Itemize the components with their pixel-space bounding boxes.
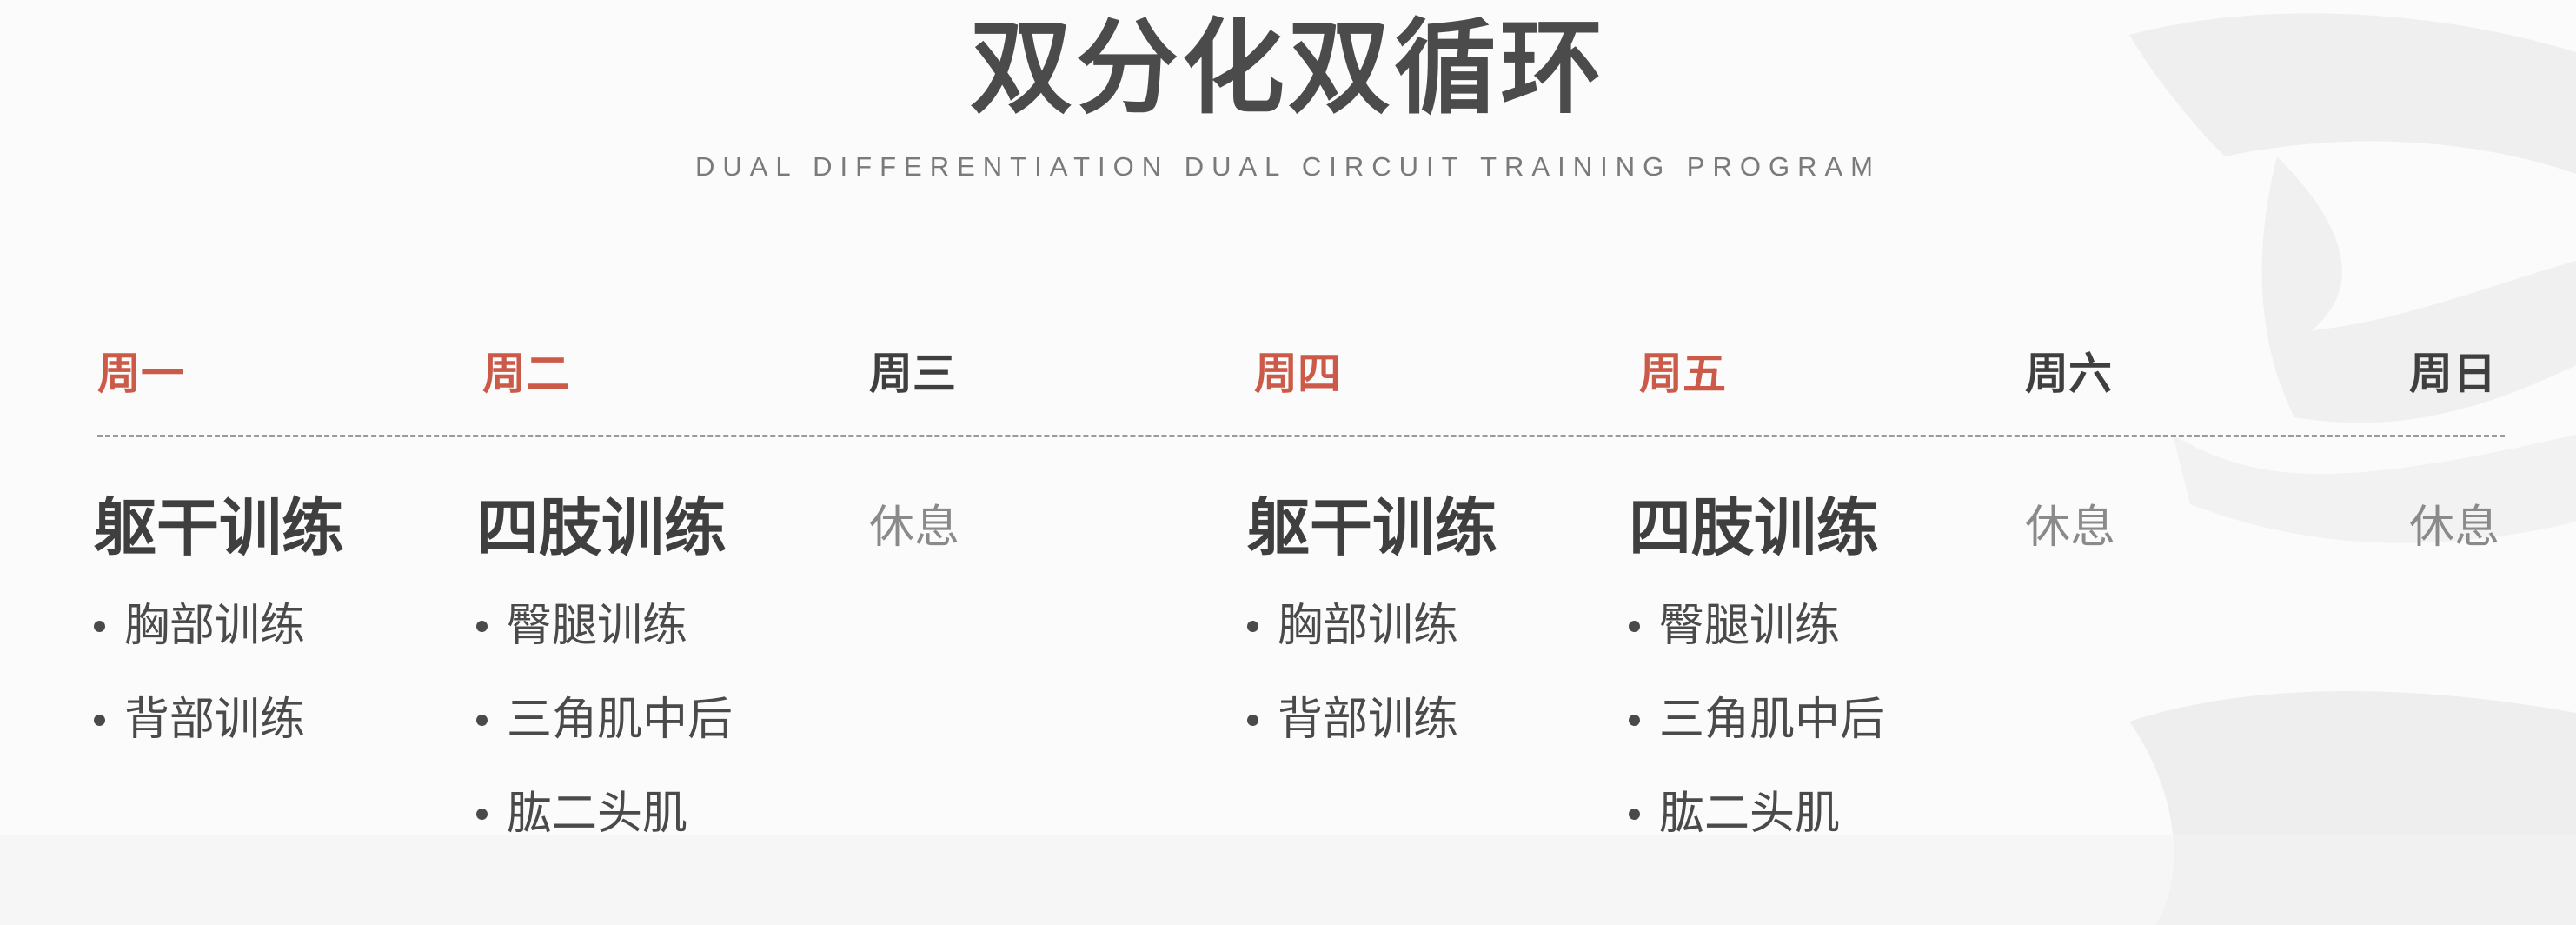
exercise-label: 臀腿训练 [1659, 600, 1841, 652]
exercise-list: 胸部训练 背部训练 [94, 579, 344, 767]
rest-label: 休息 [2025, 502, 2116, 554]
exercise-label: 背部训练 [1278, 694, 1459, 746]
day-label-mon: 周一 [97, 349, 184, 399]
list-item: 臀腿训练 [476, 579, 733, 673]
bullet-icon [476, 714, 488, 726]
list-item: 肱二头肌 [476, 767, 733, 861]
workout-heading: 四肢训练 [476, 491, 727, 564]
list-item: 背部训练 [94, 673, 344, 767]
day-column-thu: 躯干训练 胸部训练 背部训练 [1247, 485, 1497, 767]
list-item: 胸部训练 [1247, 579, 1497, 673]
dashed-divider [97, 435, 2505, 437]
list-item: 三角肌中后 [1629, 673, 1885, 767]
list-item: 肱二头肌 [1629, 767, 1885, 861]
day-column-wed: 休息 [869, 485, 959, 570]
exercise-label: 臀腿训练 [507, 600, 688, 652]
exercise-label: 三角肌中后 [1659, 694, 1886, 746]
background-brush-decoration [0, 13, 2576, 925]
exercise-list: 胸部训练 背部训练 [1247, 579, 1497, 767]
list-item: 胸部训练 [94, 579, 344, 673]
bullet-icon [1629, 808, 1640, 820]
rest-label: 休息 [2409, 502, 2500, 554]
day-label-thu: 周四 [1254, 349, 1341, 399]
workout-heading: 躯干训练 [1247, 491, 1498, 564]
day-column-tue: 四肢训练 臀腿训练 三角肌中后 肱二头肌 [476, 485, 733, 861]
rest-label: 休息 [869, 502, 960, 554]
day-column-sat: 休息 [2025, 485, 2115, 570]
page-title: 双分化双循环 [969, 8, 1606, 128]
exercise-label: 肱二头肌 [1659, 788, 1841, 840]
day-column-mon: 躯干训练 胸部训练 背部训练 [94, 485, 344, 767]
day-label-fri: 周五 [1639, 349, 1726, 399]
bullet-icon [476, 620, 488, 632]
exercise-label: 胸部训练 [124, 600, 306, 652]
bullet-icon [1629, 620, 1640, 632]
exercise-label: 胸部训练 [1278, 600, 1459, 652]
list-item: 臀腿训练 [1629, 579, 1885, 673]
list-item: 三角肌中后 [476, 673, 733, 767]
exercise-label: 背部训练 [124, 694, 306, 746]
day-label-sun: 周日 [2409, 349, 2496, 399]
exercise-label: 三角肌中后 [507, 694, 734, 746]
exercise-list: 臀腿训练 三角肌中后 肱二头肌 [476, 579, 733, 861]
exercise-label: 肱二头肌 [507, 788, 688, 840]
list-item: 背部训练 [1247, 673, 1497, 767]
day-column-fri: 四肢训练 臀腿训练 三角肌中后 肱二头肌 [1629, 485, 1885, 861]
page-subtitle: DUAL DIFFERENTIATION DUAL CIRCUIT TRAINI… [694, 151, 1881, 182]
bullet-icon [1629, 714, 1640, 726]
day-label-tue: 周二 [482, 349, 569, 399]
day-label-sat: 周六 [2025, 349, 2112, 399]
bullet-icon [94, 714, 105, 726]
exercise-list: 臀腿训练 三角肌中后 肱二头肌 [1629, 579, 1885, 861]
day-label-wed: 周三 [869, 349, 956, 399]
bullet-icon [1247, 714, 1258, 726]
workout-heading: 四肢训练 [1629, 491, 1880, 564]
bullet-icon [1247, 620, 1258, 632]
workout-heading: 躯干训练 [94, 491, 345, 564]
bullet-icon [476, 808, 488, 820]
day-column-sun: 休息 [2409, 485, 2500, 570]
bullet-icon [94, 620, 105, 632]
